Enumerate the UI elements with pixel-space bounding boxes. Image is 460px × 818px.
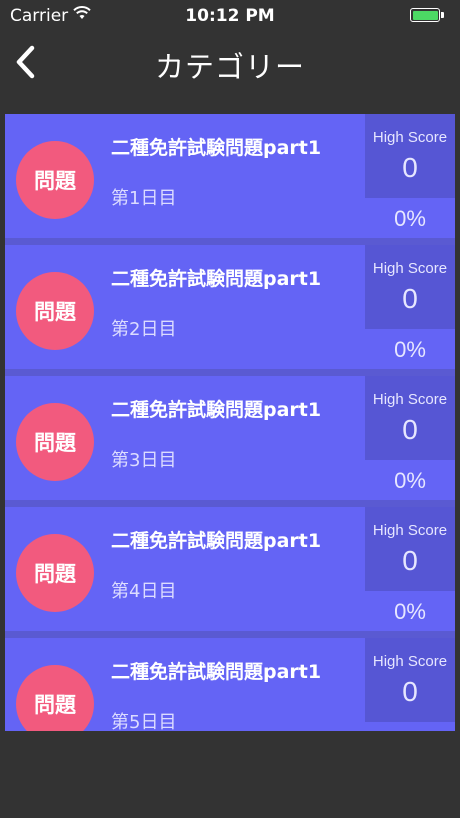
category-cell[interactable]: 問題 二種免許試験問題part1 第2日目 xyxy=(5,245,365,369)
high-score-value: 0 xyxy=(402,152,418,183)
high-score-label: High Score xyxy=(372,653,448,670)
score-panel: High Score 0 xyxy=(365,638,455,731)
category-title: 二種免許試験問題part1 xyxy=(111,530,322,552)
high-score-box: High Score 0 xyxy=(365,376,455,460)
category-cell[interactable]: 問題 二種免許試験問題part1 第5日目 xyxy=(5,638,365,731)
high-score-box: High Score 0 xyxy=(365,638,455,722)
high-score-box: High Score 0 xyxy=(365,114,455,198)
category-title: 二種免許試験問題part1 xyxy=(111,137,322,159)
category-day: 第3日目 xyxy=(111,450,177,471)
percent-box xyxy=(365,724,455,731)
high-score-value: 0 xyxy=(402,283,418,314)
question-badge: 問題 xyxy=(16,272,94,350)
percent-box: 0% xyxy=(365,462,455,500)
navigation-bar: カテゴリー xyxy=(0,32,460,94)
battery-tip xyxy=(441,12,444,18)
category-day: 第2日目 xyxy=(111,319,177,340)
percent-value: 0% xyxy=(394,337,426,362)
status-bar: Carrier 10:12 PM xyxy=(0,0,460,32)
percent-box: 0% xyxy=(365,200,455,238)
category-day: 第5日目 xyxy=(111,712,177,731)
category-day: 第4日目 xyxy=(111,581,177,602)
question-badge: 問題 xyxy=(16,141,94,219)
high-score-box: High Score 0 xyxy=(365,507,455,591)
score-panel: High Score 0 0% xyxy=(365,245,455,369)
percent-box: 0% xyxy=(365,331,455,369)
category-title: 二種免許試験問題part1 xyxy=(111,399,322,421)
category-cell[interactable]: 問題 二種免許試験問題part1 第3日目 xyxy=(5,376,365,500)
high-score-value: 0 xyxy=(402,545,418,576)
high-score-label: High Score xyxy=(372,129,448,146)
score-panel: High Score 0 0% xyxy=(365,507,455,631)
list-item[interactable]: 問題 二種免許試験問題part1 第3日目 High Score 0 0% xyxy=(5,376,455,500)
battery-icon xyxy=(410,8,440,22)
category-cell[interactable]: 問題 二種免許試験問題part1 第4日目 xyxy=(5,507,365,631)
percent-value: 0% xyxy=(394,206,426,231)
category-title: 二種免許試験問題part1 xyxy=(111,661,322,683)
category-list[interactable]: 問題 二種免許試験問題part1 第1日目 High Score 0 0% 問題… xyxy=(5,114,455,731)
question-badge: 問題 xyxy=(16,534,94,612)
high-score-label: High Score xyxy=(372,522,448,539)
high-score-box: High Score 0 xyxy=(365,245,455,329)
question-badge: 問題 xyxy=(16,665,94,731)
high-score-label: High Score xyxy=(372,391,448,408)
percent-value: 0% xyxy=(394,468,426,493)
list-item[interactable]: 問題 二種免許試験問題part1 第2日目 High Score 0 0% xyxy=(5,245,455,369)
high-score-label: High Score xyxy=(372,260,448,277)
category-cell[interactable]: 問題 二種免許試験問題part1 第1日目 xyxy=(5,114,365,238)
category-title: 二種免許試験問題part1 xyxy=(111,268,322,290)
percent-value: 0% xyxy=(394,599,426,624)
list-item[interactable]: 問題 二種免許試験問題part1 第4日目 High Score 0 0% xyxy=(5,507,455,631)
category-day: 第1日目 xyxy=(111,188,177,209)
clock: 10:12 PM xyxy=(185,6,275,26)
percent-box: 0% xyxy=(365,593,455,631)
page-title: カテゴリー xyxy=(154,50,305,84)
score-panel: High Score 0 0% xyxy=(365,114,455,238)
question-badge: 問題 xyxy=(16,403,94,481)
score-panel: High Score 0 0% xyxy=(365,376,455,500)
list-item[interactable]: 問題 二種免許試験問題part1 第1日目 High Score 0 0% xyxy=(5,114,455,238)
high-score-value: 0 xyxy=(402,676,418,707)
high-score-value: 0 xyxy=(402,414,418,445)
list-item[interactable]: 問題 二種免許試験問題part1 第5日目 High Score 0 xyxy=(5,638,455,731)
